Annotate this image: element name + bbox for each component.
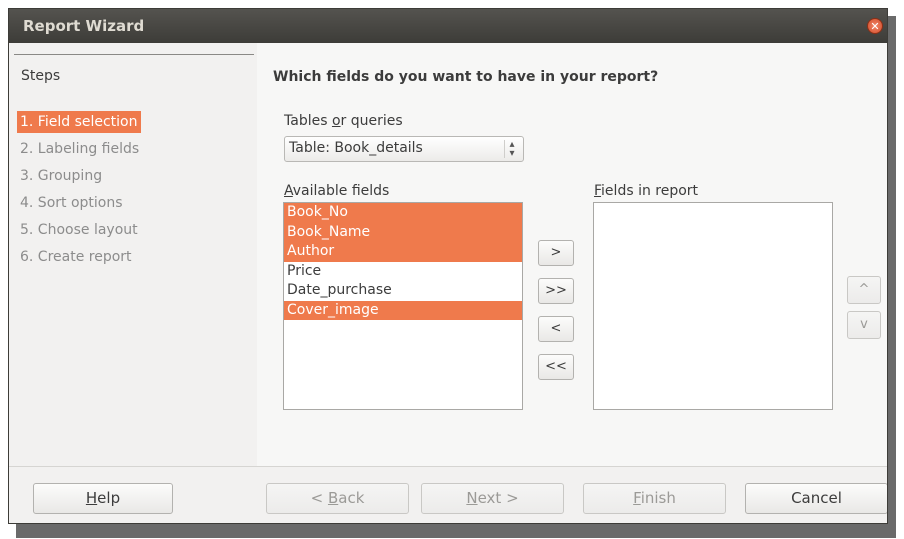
available-fields-label: Available fields [284, 183, 389, 199]
step-choose-layout[interactable]: 5. Choose layout [17, 219, 141, 241]
sidebar-divider [14, 54, 254, 55]
label-text: ields in report [601, 183, 699, 199]
label-accel: o [331, 113, 341, 129]
window-title: Report Wizard [23, 17, 145, 35]
list-item[interactable]: Book_No [284, 203, 522, 223]
label-accel: F [594, 183, 602, 199]
list-item[interactable]: Date_purchase [284, 281, 522, 301]
move-up-button[interactable]: ^ [847, 276, 881, 304]
button-label: elp [97, 489, 121, 507]
step-field-selection[interactable]: 1. Field selection [17, 111, 141, 133]
chevron-updown-icon: ▴ ▾ [504, 140, 519, 159]
select-value: Table: Book_details [289, 140, 423, 156]
button-label: ext > [477, 489, 519, 507]
list-item[interactable]: Price [284, 262, 522, 282]
tables-or-queries-label: Tables or queries [284, 113, 403, 129]
fields-in-report-list[interactable] [593, 202, 833, 410]
button-label: < [310, 489, 328, 507]
main-panel: Which fields do you want to have in your… [257, 43, 887, 466]
close-icon[interactable]: ✕ [867, 18, 883, 34]
steps-sidebar: Steps 1. Field selection 2. Labeling fie… [9, 43, 257, 466]
button-accel: H [85, 489, 98, 507]
button-label: ack [338, 489, 365, 507]
label-text: r queries [340, 113, 403, 129]
step-sort-options[interactable]: 4. Sort options [17, 192, 126, 214]
available-fields-list[interactable]: Book_No Book_Name Author Price Date_purc… [283, 202, 523, 410]
add-all-fields-button[interactable]: >> [538, 278, 574, 304]
finish-button[interactable]: Finish [583, 483, 726, 514]
dialog-footer: Help < Back Next > Finish Cancel [9, 466, 887, 523]
report-wizard-dialog: Report Wizard ✕ Steps 1. Field selection… [8, 8, 888, 524]
add-field-button[interactable]: > [538, 240, 574, 266]
button-accel: F [633, 489, 641, 507]
label-text: Tables [284, 113, 332, 129]
back-button[interactable]: < Back [266, 483, 409, 514]
list-item[interactable]: Author [284, 242, 522, 262]
cancel-button[interactable]: Cancel [745, 483, 887, 514]
button-accel: N [466, 489, 478, 507]
remove-all-fields-button[interactable]: << [538, 354, 574, 380]
label-text: vailable fields [292, 183, 390, 199]
step-grouping[interactable]: 3. Grouping [17, 165, 105, 187]
title-bar[interactable]: Report Wizard ✕ [9, 9, 887, 43]
next-button[interactable]: Next > [421, 483, 564, 514]
label-accel: A [284, 183, 293, 199]
fields-in-report-label: Fields in report [594, 183, 698, 199]
remove-field-button[interactable]: < [538, 316, 574, 342]
step-labeling-fields[interactable]: 2. Labeling fields [17, 138, 142, 160]
page-question: Which fields do you want to have in your… [273, 69, 659, 85]
list-item[interactable]: Cover_image [284, 300, 522, 320]
list-item[interactable]: Book_Name [284, 222, 522, 242]
move-down-button[interactable]: v [847, 311, 881, 339]
button-accel: B [327, 489, 339, 507]
steps-heading: Steps [21, 68, 61, 84]
step-create-report[interactable]: 6. Create report [17, 246, 135, 268]
tables-or-queries-select[interactable]: Table: Book_details ▴ ▾ [284, 136, 524, 162]
help-button[interactable]: Help [33, 483, 173, 514]
button-label: inish [640, 489, 676, 507]
